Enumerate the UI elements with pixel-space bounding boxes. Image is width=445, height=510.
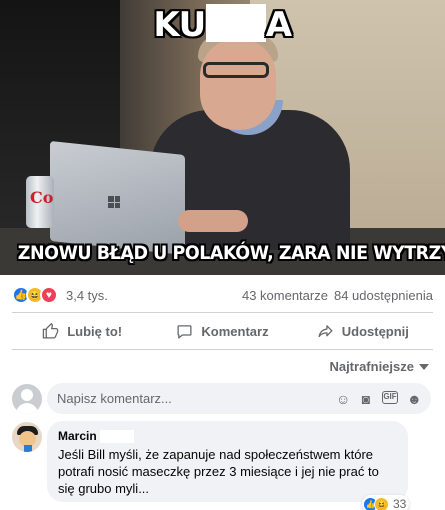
thumbs-up-icon [42,322,59,339]
comment-reactions[interactable]: 👍 😆 33 [362,495,410,510]
comment-sort-dropdown[interactable]: Najtrafniejsze [329,359,429,374]
post-actions: Lubię to! Komentarz Udostępnij [12,316,433,346]
divider [12,349,433,350]
divider [12,312,433,313]
censor-block [205,4,266,42]
caret-down-icon [419,363,429,370]
image-can-label: Co [30,188,54,207]
camera-icon[interactable]: ◙ [359,391,373,407]
comment-bubble: Marcin Jeśli Bill myśli, że zapanuje nad… [47,421,408,502]
sort-label: Najtrafniejsze [329,359,414,374]
meme-top-caption: KU A [153,4,292,45]
comment-reaction-count: 33 [393,497,407,510]
windows-logo-icon [108,196,120,208]
reaction-count[interactable]: 3,4 tys. [66,288,108,303]
haha-icon: 😆 [374,496,389,510]
comment-input[interactable]: Napisz komentarz... ☺ ◙ GIF ☻ [47,383,431,414]
comment-button[interactable]: Komentarz [152,316,292,346]
shares-count-link[interactable]: 84 udostępnienia [334,288,433,303]
image-person-glasses [203,62,269,78]
comment-input-placeholder: Napisz komentarz... [57,391,172,406]
share-button-label: Udostępnij [341,323,409,339]
share-arrow-icon [318,324,333,337]
comments-count-link[interactable]: 43 komentarze [242,288,328,303]
comment-button-label: Komentarz [201,323,269,339]
image-person-head [200,38,276,130]
image-person-hands [178,210,248,232]
comment-bubble-icon [177,324,192,339]
censor-block [99,429,134,443]
sticker-icon[interactable]: ☻ [407,391,422,407]
post-stats: 43 komentarze 84 udostępnienia [242,288,433,303]
reactions-summary: 👍 😆 ♥ 3,4 tys. 43 komentarze 84 udostępn… [12,286,433,304]
like-button-label: Lubię to! [67,323,123,339]
composer-tools: ☺ ◙ GIF ☻ [336,390,431,407]
user-avatar[interactable] [12,384,42,414]
share-button[interactable]: Udostępnij [293,316,433,346]
reaction-icons[interactable]: 👍 😆 ♥ [12,286,58,304]
gif-icon[interactable]: GIF [382,390,398,404]
emoji-icon[interactable]: ☺ [336,391,350,407]
love-icon: ♥ [40,286,58,304]
comment-text: Jeśli Bill myśli, że zapanuje nad społec… [58,447,379,496]
comment-author[interactable]: Marcin [58,429,397,443]
commenter-avatar[interactable] [12,422,42,452]
like-button[interactable]: Lubię to! [12,316,152,346]
post-image[interactable]: Co KU A ZNOWU BŁĄD U POLAKÓW, ZARA NIE WY… [0,0,445,275]
meme-bottom-caption: ZNOWU BŁĄD U POLAKÓW, ZARA NIE WYTRZYMIE [17,242,445,264]
